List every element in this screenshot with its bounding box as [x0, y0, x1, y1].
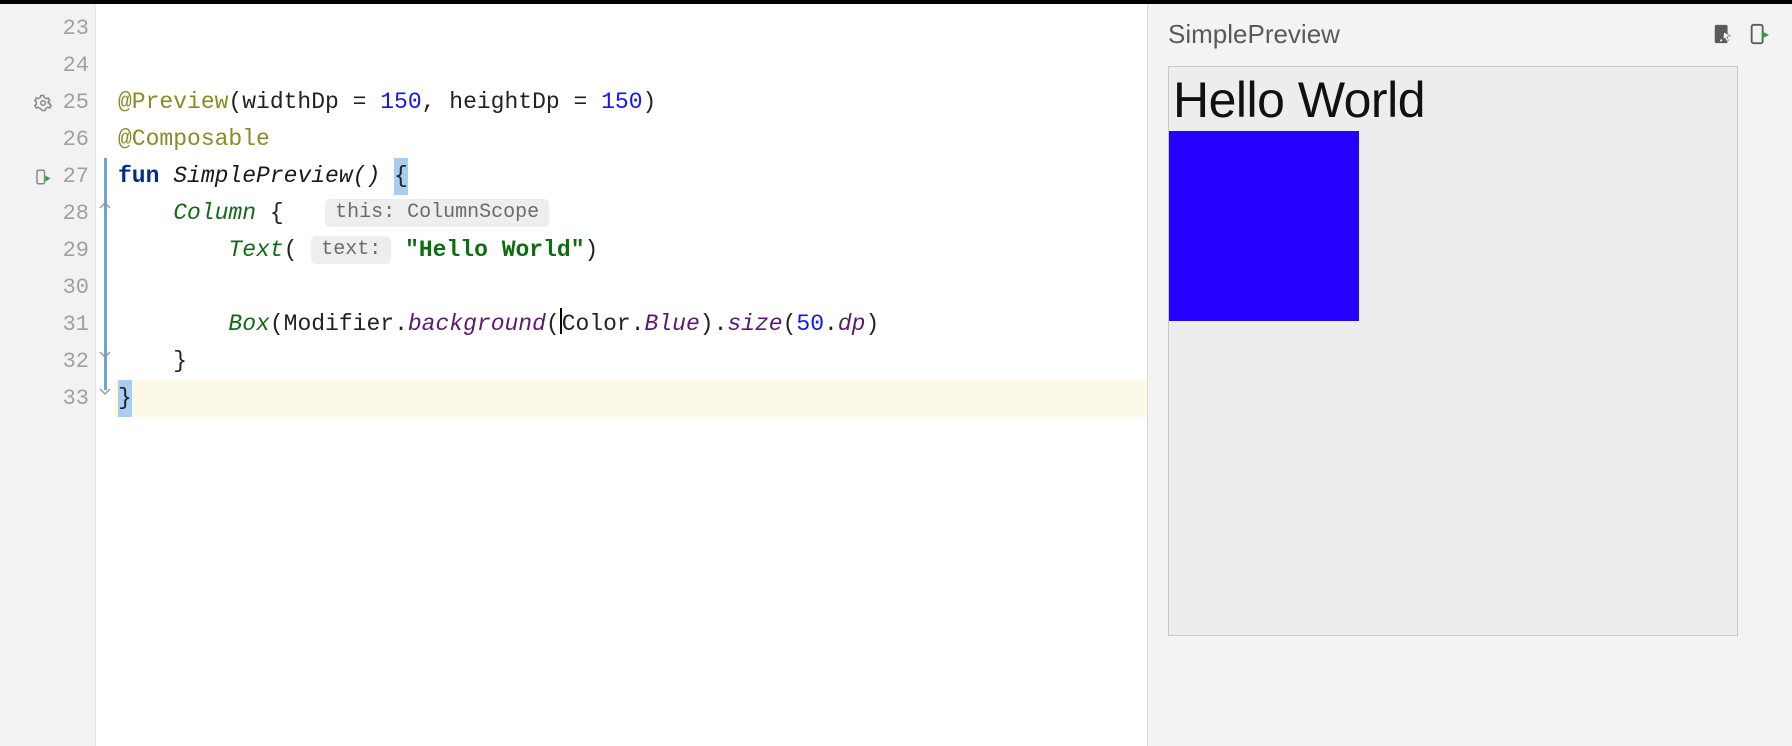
- code-line[interactable]: @Preview(widthDp = 150, heightDp = 150): [114, 84, 1147, 121]
- preview-surface[interactable]: Hello World: [1168, 66, 1738, 636]
- code-area[interactable]: @Preview(widthDp = 150, heightDp = 150) …: [114, 4, 1147, 746]
- code-line[interactable]: fun SimplePreview() {: [114, 158, 1147, 195]
- compose-preview-pane: SimplePreview Hello World: [1147, 4, 1792, 746]
- fold-strip: [96, 4, 114, 746]
- preview-header: SimplePreview: [1168, 14, 1772, 54]
- line-number: 27: [59, 164, 89, 189]
- gear-icon[interactable]: [33, 93, 53, 113]
- code-line[interactable]: Column { this: ColumnScope: [114, 195, 1147, 232]
- code-editor[interactable]: 23 24 25 26 27 28 29 30 31 32 33: [0, 4, 1147, 746]
- preview-blue-box: [1169, 131, 1359, 321]
- fold-toggle-icon[interactable]: [98, 384, 112, 398]
- code-line[interactable]: @Composable: [114, 121, 1147, 158]
- fold-toggle-icon[interactable]: [98, 199, 112, 213]
- line-number: 31: [59, 312, 89, 337]
- line-number: 24: [59, 53, 89, 78]
- code-line[interactable]: [114, 47, 1147, 84]
- fold-toggle-icon[interactable]: [98, 347, 112, 361]
- line-number-gutter: 23 24 25 26 27 28 29 30 31 32 33: [0, 4, 96, 746]
- deploy-to-device-icon[interactable]: [1746, 21, 1772, 47]
- line-number: 28: [59, 201, 89, 226]
- code-line[interactable]: [114, 269, 1147, 306]
- inlay-hint: this: ColumnScope: [325, 199, 549, 227]
- line-number: 23: [59, 16, 89, 41]
- preview-title: SimplePreview: [1168, 19, 1700, 50]
- preview-text-hello: Hello World: [1169, 67, 1737, 131]
- matching-brace-highlight: }: [118, 380, 132, 417]
- inlay-hint: text:: [311, 236, 391, 264]
- line-number: 32: [59, 349, 89, 374]
- code-line[interactable]: Text( text: "Hello World"): [114, 232, 1147, 269]
- line-number: 33: [59, 386, 89, 411]
- line-number: 26: [59, 127, 89, 152]
- run-gutter-icon[interactable]: [33, 167, 53, 187]
- code-line[interactable]: }: [114, 380, 1147, 417]
- matching-brace-highlight: {: [394, 158, 408, 195]
- code-line[interactable]: Box(Modifier.background(Color.Blue).size…: [114, 306, 1147, 343]
- interactive-mode-icon[interactable]: [1710, 21, 1736, 47]
- line-number: 25: [59, 90, 89, 115]
- line-number: 29: [59, 238, 89, 263]
- code-line[interactable]: }: [114, 343, 1147, 380]
- line-number: 30: [59, 275, 89, 300]
- code-line[interactable]: [114, 10, 1147, 47]
